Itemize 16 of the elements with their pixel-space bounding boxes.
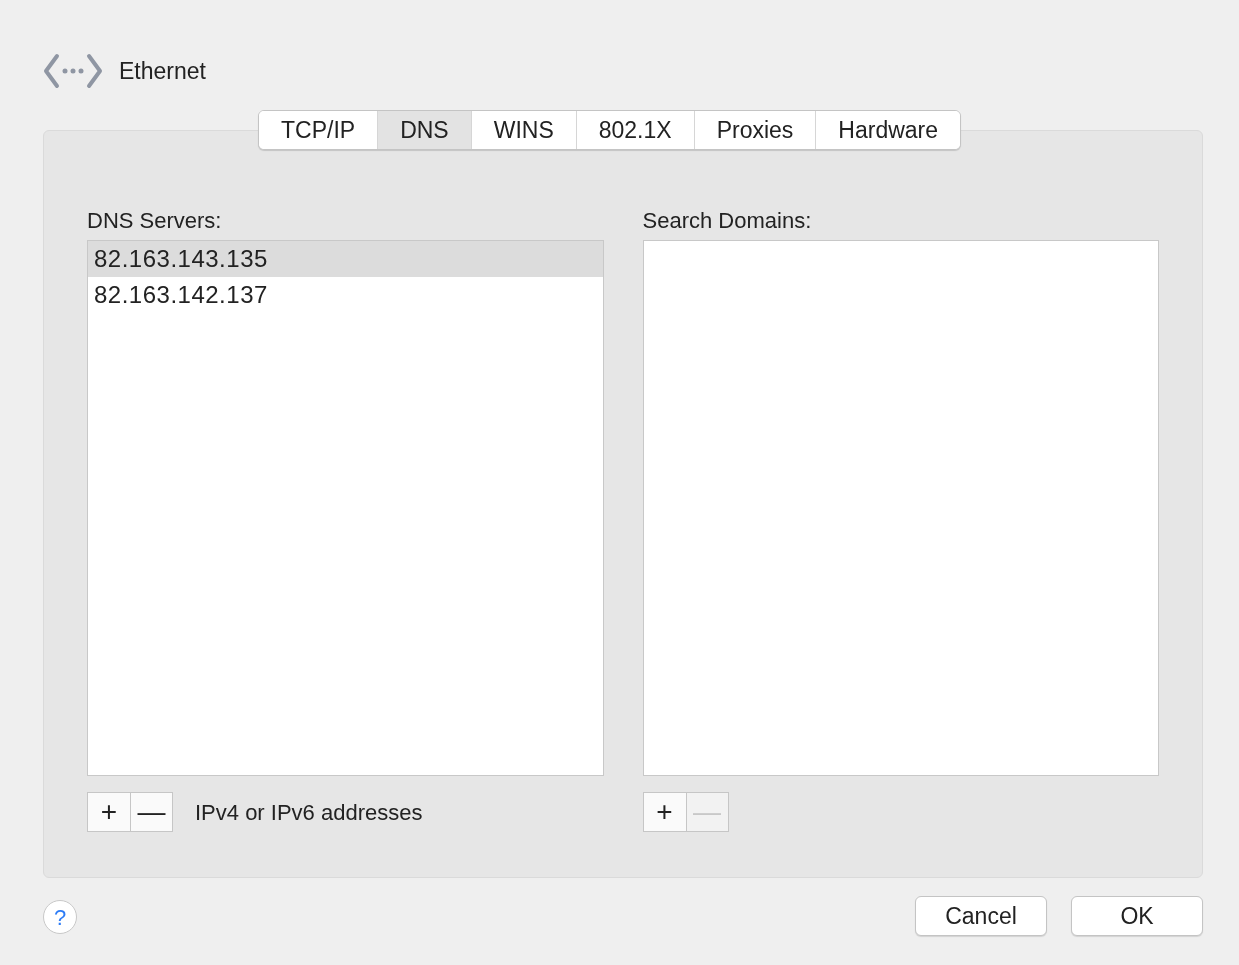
tab[interactable]: TCP/IP [259,111,378,149]
tab[interactable]: 802.1X [575,111,694,149]
tab[interactable]: DNS [377,111,471,149]
list-label: DNS Servers: [87,207,223,228]
hint-text: IPv4 or IPv6 addresses [195,798,423,827]
window-title: Ethernet [119,56,206,86]
tab[interactable]: Proxies [693,111,816,149]
tab[interactable]: WINS [470,111,576,149]
tab[interactable]: Hardware [815,111,961,149]
ok-button[interactable]: OK [1071,896,1203,936]
list-label: Search Domains: [642,207,813,228]
list-item[interactable]: 82.163.143.135 [88,241,603,277]
list-item[interactable]: 82.163.142.137 [88,277,603,313]
cancel-button[interactable]: Cancel [915,896,1047,936]
network-icon [43,52,103,90]
help-button[interactable]: ? [43,900,77,934]
